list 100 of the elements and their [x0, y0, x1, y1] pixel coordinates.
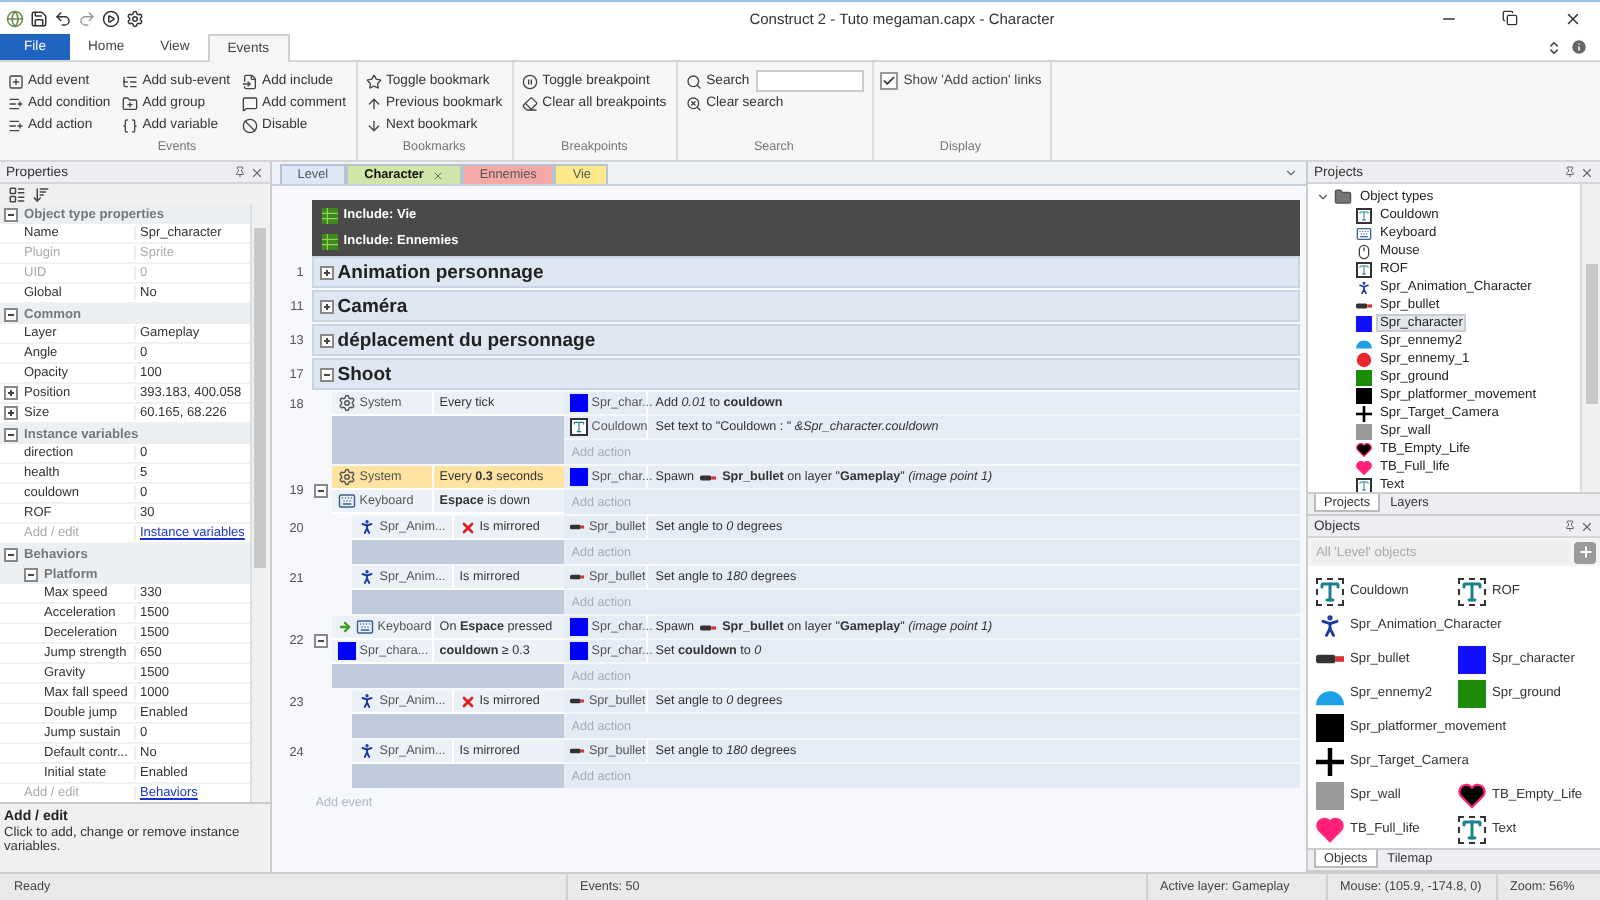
toggle-button[interactable] [24, 567, 38, 581]
scrollbar[interactable] [1580, 184, 1600, 492]
gear-icon[interactable] [126, 9, 144, 27]
list-plus-icon [8, 117, 24, 133]
folder-plus-icon [122, 95, 139, 111]
pin-button[interactable] [1564, 166, 1576, 178]
figure-icon [357, 692, 376, 710]
heart-icon [1316, 815, 1344, 843]
plus-box-icon [3, 386, 17, 400]
toggle-button[interactable] [4, 307, 18, 321]
minus-box-icon [319, 367, 334, 381]
minus-box-icon [24, 567, 38, 581]
gear-icon [337, 468, 356, 486]
restore-icon [1502, 10, 1518, 26]
ball-icon [1356, 351, 1372, 367]
add-button[interactable] [1574, 541, 1596, 563]
figure-icon [357, 568, 376, 586]
figure-icon [1316, 611, 1344, 639]
plus-square-icon [8, 73, 24, 89]
save-icon[interactable] [30, 9, 48, 27]
minus-box-icon [4, 427, 18, 441]
sort-icon[interactable] [32, 185, 50, 203]
toggle-button[interactable] [319, 367, 334, 381]
search-clear-icon [686, 95, 703, 111]
play-icon[interactable] [102, 9, 120, 27]
eraser-icon [522, 95, 539, 111]
plus-box-icon [319, 299, 334, 313]
bullet-icon [1316, 652, 1344, 666]
toggle-button[interactable] [4, 547, 18, 561]
speech-bubble-icon [242, 95, 259, 111]
caret-icon[interactable] [1284, 166, 1298, 180]
arrow-up-icon [365, 95, 382, 111]
toggle-button[interactable] [314, 633, 329, 647]
close-button[interactable] [1580, 165, 1594, 179]
file-icon [242, 73, 259, 89]
expand-caret[interactable] [1316, 190, 1330, 204]
toggle-button[interactable] [4, 207, 18, 221]
keyboard-icon [355, 618, 374, 636]
up-down-arrows-icon[interactable] [1546, 39, 1562, 55]
keyboard-icon [1356, 225, 1372, 241]
plus-box-icon [319, 333, 334, 347]
text-object-icon [1356, 261, 1372, 277]
bullet-icon [1356, 301, 1372, 309]
cross-icon [1316, 747, 1344, 775]
gear-icon [337, 394, 356, 412]
text-object-icon [1458, 577, 1486, 605]
folder-icon [1334, 188, 1352, 206]
pause-icon [522, 73, 539, 89]
figure-icon [1356, 279, 1372, 295]
list-tree-icon [122, 73, 139, 89]
categorized-icon[interactable] [8, 185, 26, 203]
undo-icon[interactable] [54, 9, 72, 27]
close-icon[interactable] [431, 169, 444, 181]
toggle-button[interactable] [319, 265, 334, 279]
figure-icon [357, 518, 376, 536]
group-title: Animation personnage [337, 261, 544, 283]
group-title: Caméra [337, 295, 408, 317]
scrollbar[interactable] [249, 204, 270, 802]
sheet-icon [321, 233, 338, 249]
minus-box-icon [4, 207, 18, 221]
minus-box-icon [314, 483, 329, 497]
toggle-button[interactable] [4, 427, 18, 441]
minus-box-icon [314, 633, 329, 647]
bullet-icon [569, 746, 585, 756]
close-button[interactable] [1580, 519, 1594, 533]
bullet-icon [700, 473, 717, 481]
search-icon [686, 73, 703, 89]
list-plus-icon [8, 95, 24, 111]
heart-icon [1458, 781, 1486, 809]
minus-box-icon [4, 307, 18, 321]
plus-box-icon [319, 265, 334, 279]
pin-button[interactable] [1564, 520, 1576, 532]
toggle-button[interactable] [314, 483, 329, 497]
text-object-icon [1356, 477, 1372, 492]
toggle-button[interactable] [319, 333, 334, 347]
plus-box-icon [3, 406, 17, 420]
text-object-icon [1316, 577, 1344, 605]
bullet-icon [569, 696, 585, 706]
figure-icon [357, 742, 376, 760]
bullet-icon [700, 623, 717, 631]
braces-icon [122, 117, 139, 133]
group-title: déplacement du personnage [337, 329, 596, 351]
toggle-button[interactable] [319, 299, 334, 313]
star-icon [365, 73, 382, 89]
info-icon[interactable] [1570, 38, 1588, 56]
text-object-icon [1356, 207, 1372, 223]
text-object-icon [569, 418, 588, 436]
pin-button[interactable] [233, 166, 246, 178]
arrow-down-icon [365, 117, 382, 133]
sheet-icon [321, 207, 338, 223]
keyboard-icon [337, 492, 356, 510]
minus-box-icon [4, 547, 18, 561]
mouse-icon [1356, 243, 1372, 259]
group-title: Shoot [337, 363, 392, 385]
text-object-icon [1458, 815, 1486, 843]
search-field[interactable] [755, 70, 864, 92]
redo-icon[interactable] [78, 9, 96, 27]
close-icon [1563, 9, 1581, 27]
close-button[interactable] [249, 165, 264, 179]
bullet-icon [569, 522, 585, 532]
